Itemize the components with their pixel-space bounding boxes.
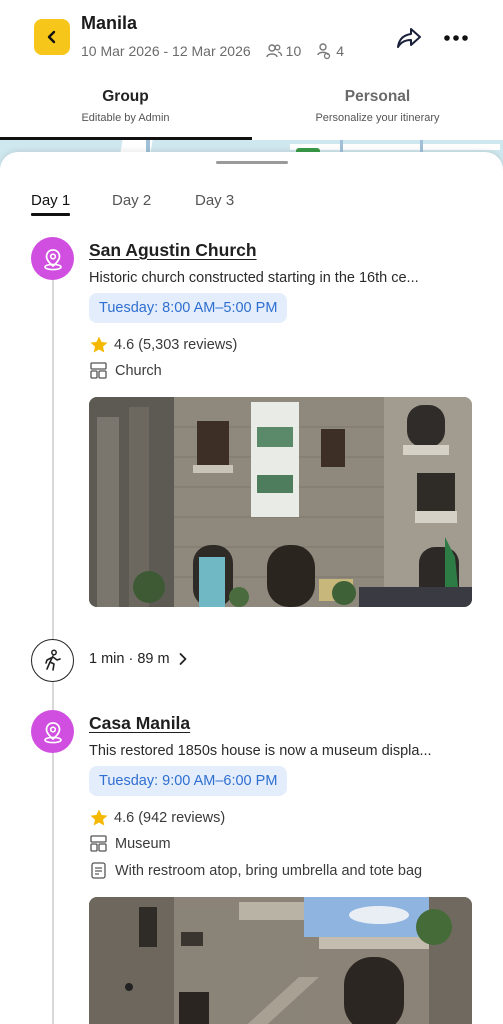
category-icon	[89, 834, 108, 853]
note-icon	[89, 861, 108, 880]
trip-title: Manila	[81, 13, 138, 33]
place-description: This restored 1850s house is now a museu…	[89, 743, 432, 759]
tab-group-label: Group	[102, 88, 149, 105]
category-row: Church	[89, 361, 162, 380]
location-pin-icon	[31, 237, 74, 280]
day-tab-indicator	[31, 213, 70, 216]
review-count: (5,303 reviews)	[138, 337, 238, 353]
rating-value: 4.6	[114, 810, 135, 826]
rating-row: 4.6 (5,303 reviews)	[89, 335, 237, 355]
trip-date-range: 10 Mar 2026 - 12 Mar 2026	[81, 43, 251, 59]
more-horizontal-icon	[444, 35, 468, 41]
back-button[interactable]	[34, 19, 70, 55]
star-icon	[89, 808, 109, 828]
note-row[interactable]: With restroom atop, bring umbrella and t…	[89, 861, 422, 880]
tab-day-2[interactable]: Day 2	[112, 192, 151, 209]
note-text: With restroom atop, bring umbrella and t…	[115, 862, 423, 879]
itinerary-sheet: Day 1 Day 2 Day 3 San Agustin Church His…	[0, 152, 503, 1024]
place-title[interactable]: San Agustin Church	[89, 240, 257, 261]
rating-row: 4.6 (942 reviews)	[89, 808, 225, 828]
tab-day-1[interactable]: Day 1	[31, 192, 70, 209]
header: Manila 10 Mar 2026 - 12 Mar 2026 10 4	[0, 0, 503, 78]
share-button[interactable]	[393, 22, 425, 54]
person-stack-icon	[315, 42, 333, 60]
more-button[interactable]	[440, 22, 472, 54]
opening-hours[interactable]: Tuesday: 8:00 AM–5:00 PM	[89, 293, 288, 323]
members-count: 10	[285, 43, 302, 59]
location-pin-icon	[31, 710, 74, 753]
category-label: Museum	[115, 835, 171, 852]
trip-meta: 10 Mar 2026 - 12 Mar 2026 10 4	[81, 42, 344, 60]
place-title[interactable]: Casa Manila	[89, 713, 190, 734]
itinerary-screen: Manila 10 Mar 2026 - 12 Mar 2026 10 4 Gr…	[0, 0, 503, 1024]
tab-personal[interactable]: Personal Personalize your itinerary	[252, 78, 503, 140]
tab-group-sublabel: Editable by Admin	[81, 112, 170, 124]
category-label: Church	[115, 362, 162, 379]
review-count: (942 reviews)	[138, 810, 226, 826]
place-photo[interactable]	[89, 397, 472, 607]
star-icon	[89, 335, 109, 355]
category-row: Museum	[89, 834, 171, 853]
people-icon	[265, 42, 283, 60]
mode-tabs: Group Editable by Admin Personal Persona…	[0, 78, 503, 140]
tab-personal-sublabel: Personalize your itinerary	[315, 112, 440, 124]
tab-group[interactable]: Group Editable by Admin	[0, 78, 251, 140]
chevron-right-icon	[178, 652, 188, 666]
walking-icon	[31, 639, 74, 682]
sheet-drag-handle[interactable]	[216, 161, 288, 164]
place-photo[interactable]	[89, 897, 472, 1024]
place-description: Historic church constructed starting in …	[89, 270, 419, 286]
people-count: 4	[336, 43, 345, 59]
tab-personal-label: Personal	[344, 88, 411, 105]
rating-value: 4.6	[114, 337, 135, 353]
transit-text: 1 min · 89 m	[89, 651, 170, 667]
share-arrow-icon	[397, 28, 421, 48]
opening-hours[interactable]: Tuesday: 9:00 AM–6:00 PM	[89, 766, 288, 796]
chevron-left-icon	[47, 30, 56, 44]
category-icon	[89, 361, 108, 380]
transit-info[interactable]: 1 min · 89 m	[89, 651, 188, 667]
tab-day-3[interactable]: Day 3	[195, 192, 234, 209]
